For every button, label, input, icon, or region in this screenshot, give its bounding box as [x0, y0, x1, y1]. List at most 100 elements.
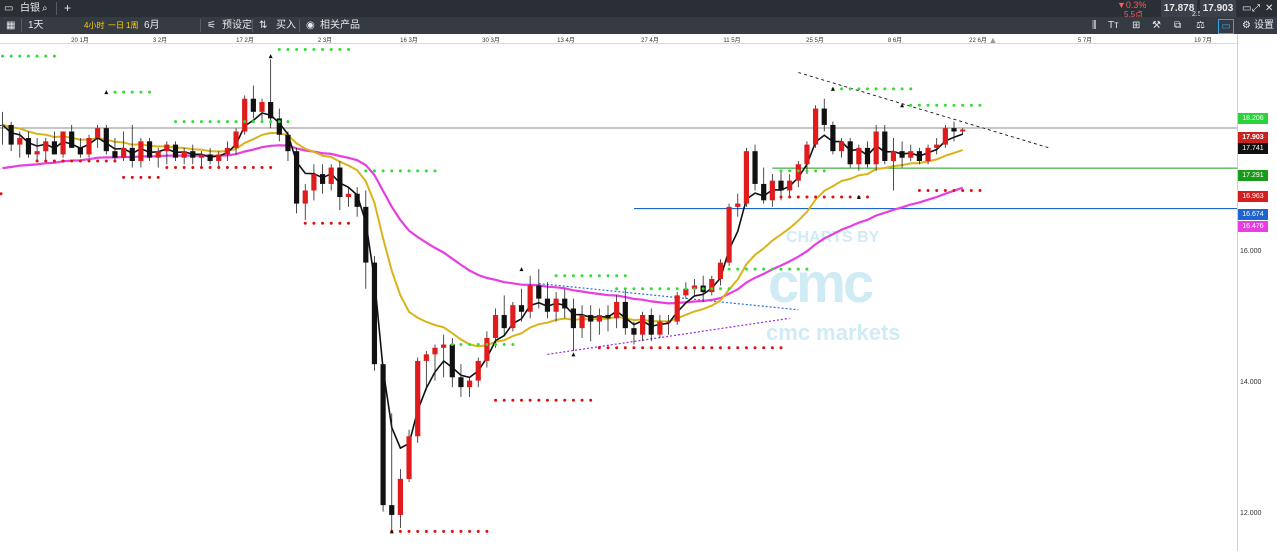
high-channel-dot [623, 287, 627, 291]
compare-icon[interactable]: ⚖ [1196, 17, 1205, 34]
candle-body [951, 128, 957, 132]
candle-body [813, 108, 819, 145]
search-icon[interactable]: ⌕ [42, 0, 48, 17]
low-channel-dot [347, 221, 350, 225]
range-select[interactable]: 6月 [144, 17, 160, 34]
settings-button[interactable]: 设置 [1254, 17, 1274, 34]
high-channel-dot [623, 274, 627, 278]
candle-body [25, 138, 32, 155]
high-channel-dot [866, 87, 869, 91]
candle-body [899, 151, 905, 158]
low-channel-dot [952, 188, 956, 192]
crosshair-icon[interactable]: ⊞ [1132, 17, 1140, 34]
low-channel-dot [762, 346, 766, 350]
maximize-icon[interactable]: ⤢ [1252, 0, 1260, 17]
period-1w-button[interactable]: 1周 [126, 17, 138, 34]
high-channel-dot [667, 287, 671, 291]
candle-body [665, 321, 672, 323]
low-channel-dot [424, 529, 428, 533]
instrument-name[interactable]: 白银 [20, 0, 40, 17]
mid-moving-average [2, 123, 964, 348]
text-tool-icon[interactable]: Tт [1108, 17, 1119, 34]
high-channel-dot [641, 287, 645, 291]
low-channel-dot [770, 346, 774, 350]
buy-icon[interactable]: ⇅ [259, 17, 267, 34]
low-channel-dot [632, 346, 636, 350]
buy-price[interactable]: 17.903 [1200, 0, 1236, 17]
low-channel-dot [398, 529, 402, 533]
gear-icon[interactable]: ⚙ [1242, 17, 1251, 34]
high-channel-dot [727, 287, 731, 291]
low-channel-dot [35, 159, 39, 163]
low-channel-dot [641, 346, 645, 350]
close-icon[interactable]: ✕ [1265, 0, 1273, 17]
high-channel-dot [571, 274, 575, 278]
high-channel-dot [122, 90, 126, 94]
add-tab-button[interactable]: + [64, 0, 71, 17]
draw-tool-icon[interactable]: ⚒ [1152, 17, 1161, 34]
period-4h-button[interactable]: 4小时 [84, 17, 104, 34]
high-channel-dot [329, 48, 333, 52]
high-channel-dot [321, 48, 325, 52]
high-channel-dot [502, 343, 506, 347]
buy-button[interactable]: 买入 [276, 17, 296, 34]
layout-grid-icon[interactable]: ▦ [6, 17, 15, 34]
fractal-marker [104, 90, 109, 95]
candle-body [484, 337, 490, 361]
link-icon[interactable]: ▭ [1218, 19, 1234, 34]
low-channel-dot [935, 188, 939, 192]
candle-body [648, 315, 654, 335]
high-channel-dot [710, 287, 714, 291]
high-channel-dot [234, 120, 238, 124]
low-channel-dot [442, 529, 446, 533]
high-channel-dot [909, 87, 913, 91]
candle-body [51, 141, 57, 155]
high-channel-dot [788, 169, 792, 173]
high-channel-dot [632, 287, 636, 291]
high-channel-dot [883, 87, 887, 91]
candle-body [207, 154, 213, 161]
low-channel-dot [589, 398, 593, 402]
high-channel-dot [805, 169, 809, 173]
high-channel-dot [286, 120, 290, 124]
high-channel-dot [969, 103, 973, 107]
candle-body [190, 151, 196, 158]
high-channel-dot [251, 120, 255, 124]
presets-button[interactable]: 预设定 [222, 17, 252, 34]
candle-body [492, 315, 499, 338]
minimize-icon[interactable]: ▭ [1242, 0, 1251, 17]
high-channel-dot [563, 274, 567, 278]
candle-body [406, 436, 412, 479]
presets-icon[interactable]: ⚟ [207, 17, 216, 34]
low-channel-dot [260, 166, 264, 170]
period-1d-button[interactable]: 一日 [108, 17, 124, 34]
high-channel-dot [701, 287, 705, 291]
candle-body [830, 124, 836, 152]
price-axis-tick-label: 16.000 [1240, 247, 1262, 255]
high-channel-dot [615, 274, 619, 278]
low-channel-dot [476, 529, 480, 533]
high-channel-dot [917, 103, 921, 107]
high-channel-dot [943, 103, 947, 107]
price-chart[interactable] [0, 43, 1237, 551]
indicators-icon[interactable]: ⫼ [1092, 17, 1097, 34]
candle-body [146, 141, 153, 158]
timeframe-select[interactable]: 1天 [28, 17, 44, 34]
low-channel-dot [502, 398, 506, 402]
eye-icon[interactable]: ◉ [306, 17, 315, 34]
related-products-button[interactable]: 相关产品 [320, 17, 360, 34]
slow-moving-average [2, 144, 964, 305]
candle-body [285, 134, 291, 152]
low-channel-dot [831, 195, 835, 199]
high-channel-dot [312, 48, 316, 52]
candle-body [743, 151, 749, 204]
low-channel-dot [191, 166, 195, 170]
high-channel-dot [718, 287, 722, 291]
low-channel-dot [234, 166, 238, 170]
copy-icon[interactable]: ⧉ [1174, 17, 1181, 34]
low-channel-dot [321, 221, 325, 225]
low-channel-dot [571, 398, 575, 402]
high-channel-dot [148, 90, 152, 94]
candle-body [397, 478, 403, 515]
window-icon[interactable]: ▭ [4, 0, 13, 17]
